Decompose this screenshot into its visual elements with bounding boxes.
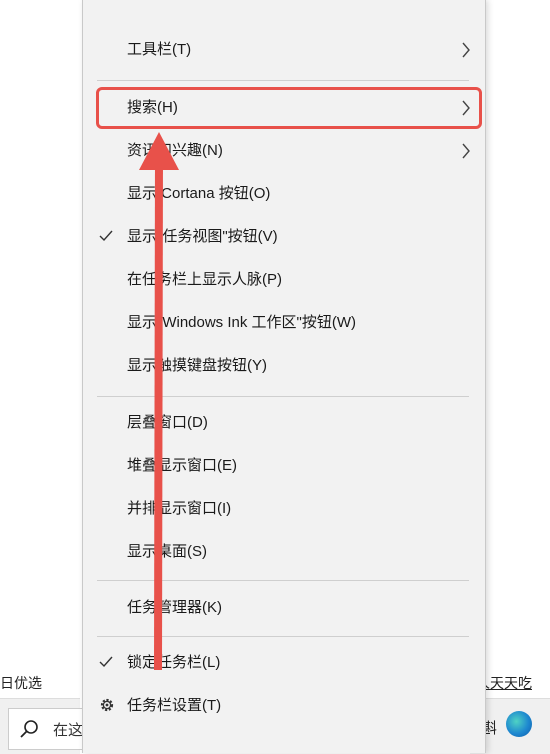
search-placeholder: 在这 — [53, 722, 84, 739]
background-text-left: 日优选 — [0, 675, 42, 691]
menu-item-cascade-windows[interactable]: 层叠窗口(D) — [83, 403, 485, 443]
menu-item-news-interests[interactable]: 资讯和兴趣(N) — [83, 131, 485, 171]
menu-divider — [97, 580, 469, 581]
menu-item-taskbar-settings[interactable]: 任务栏设置(T) — [83, 686, 485, 726]
menu-item-label: 任务栏设置(T) — [127, 697, 222, 714]
menu-item-side-by-side[interactable]: 并排显示窗口(I) — [83, 489, 485, 529]
menu-divider — [97, 396, 469, 397]
menu-item-label: 锁定任务栏(L) — [127, 654, 221, 671]
menu-item-label: 显示触摸键盘按钮(Y) — [127, 357, 267, 374]
menu-item-task-manager[interactable]: 任务管理器(K) — [83, 588, 485, 628]
menu-item-label: 资讯和兴趣(N) — [127, 142, 223, 159]
menu-item-label: 在任务栏上显示人脉(P) — [127, 271, 282, 288]
menu-item-show-cortana[interactable]: 显示 Cortana 按钮(O) — [83, 174, 485, 214]
menu-item-label: 堆叠显示窗口(E) — [127, 457, 237, 474]
menu-item-show-desktop[interactable]: 显示桌面(S) — [83, 532, 485, 572]
background-link-right[interactable]: 人天天吃 — [476, 668, 550, 698]
menu-item-show-people[interactable]: 在任务栏上显示人脉(P) — [83, 260, 485, 300]
search-icon — [20, 720, 38, 738]
menu-item-label: 层叠窗口(D) — [127, 414, 208, 431]
menu-item-label: 显示"任务视图"按钮(V) — [127, 228, 278, 245]
menu-item-label: 任务管理器(K) — [127, 599, 222, 616]
menu-divider — [97, 636, 469, 637]
menu-item-stack-windows[interactable]: 堆叠显示窗口(E) — [83, 446, 485, 486]
menu-item-label: 显示 Cortana 按钮(O) — [127, 185, 271, 202]
search-highlight-box — [96, 87, 482, 129]
chevron-right-icon — [462, 42, 470, 58]
menu-divider — [97, 80, 469, 81]
menu-item-label: 并排显示窗口(I) — [127, 500, 232, 517]
chevron-right-icon — [462, 143, 470, 159]
menu-item-lock-taskbar[interactable]: 锁定任务栏(L) — [83, 643, 485, 683]
menu-item-show-task-view[interactable]: 显示"任务视图"按钮(V) — [83, 217, 485, 257]
menu-item-label: 显示桌面(S) — [127, 543, 207, 560]
menu-item-label: 工具栏(T) — [127, 41, 192, 58]
menu-item-toolbars[interactable]: 工具栏(T) — [83, 30, 485, 70]
menu-item-show-windows-ink[interactable]: 显示"Windows Ink 工作区"按钮(W) — [83, 303, 485, 343]
gear-icon — [100, 698, 114, 712]
checkmark-icon — [99, 656, 113, 668]
edge-browser-icon[interactable] — [506, 711, 532, 737]
checkmark-icon — [99, 230, 113, 242]
menu-item-show-touch-keyboard[interactable]: 显示触摸键盘按钮(Y) — [83, 346, 485, 386]
menu-item-label: 显示"Windows Ink 工作区"按钮(W) — [127, 314, 356, 331]
